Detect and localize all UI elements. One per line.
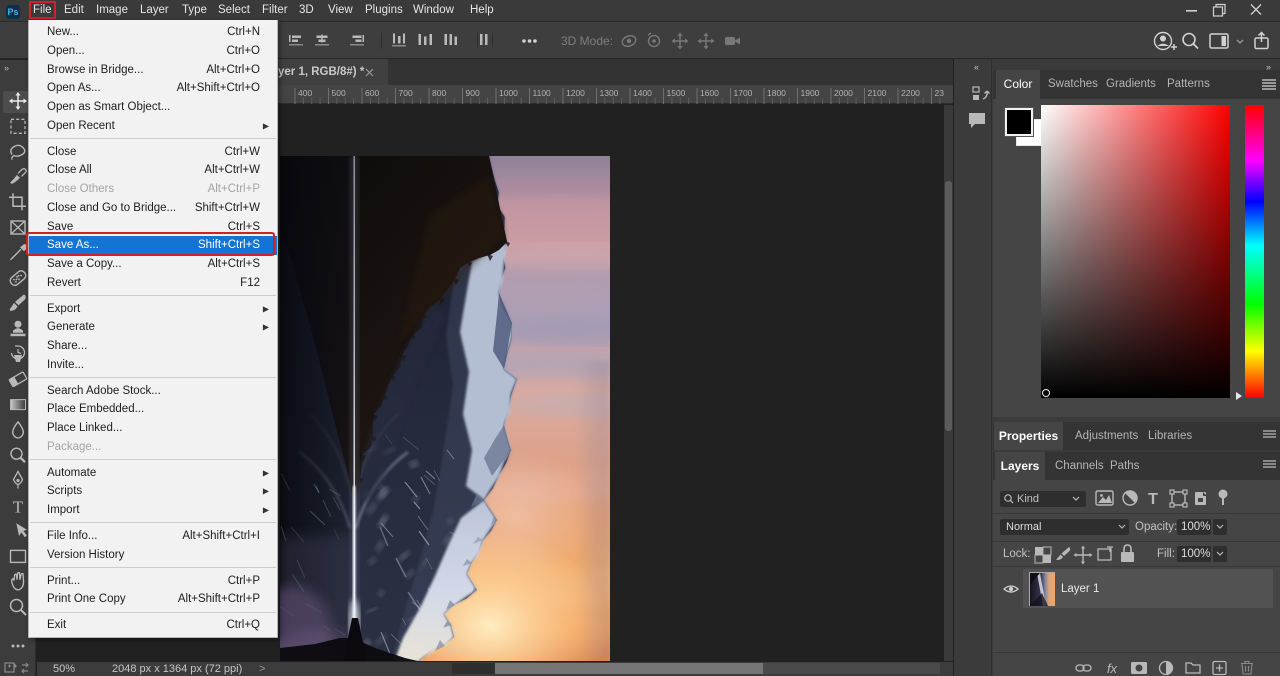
svg-text:1600: 1600 [700,88,719,98]
svg-text:2200: 2200 [901,88,920,98]
svg-text:2000: 2000 [834,88,853,98]
svg-text:700: 700 [399,88,413,98]
svg-text:800: 800 [432,88,446,98]
svg-text:400: 400 [298,88,312,98]
svg-text:1800: 1800 [767,88,786,98]
svg-text:1300: 1300 [600,88,619,98]
svg-text:2100: 2100 [868,88,887,98]
svg-text:3D Mode:: 3D Mode: [561,34,613,48]
svg-text:T: T [1148,491,1158,508]
svg-text:500: 500 [332,88,346,98]
svg-text:T: T [13,497,24,516]
svg-text:1400: 1400 [633,88,652,98]
svg-text:1900: 1900 [801,88,820,98]
svg-text:2300: 2300 [935,88,954,98]
svg-text:1700: 1700 [734,88,753,98]
svg-text:1500: 1500 [667,88,686,98]
svg-text:1000: 1000 [499,88,518,98]
svg-text:1200: 1200 [566,88,585,98]
svg-text:600: 600 [365,88,379,98]
svg-text:900: 900 [466,88,480,98]
svg-text:fx: fx [1107,661,1118,676]
svg-text:1100: 1100 [533,88,552,98]
